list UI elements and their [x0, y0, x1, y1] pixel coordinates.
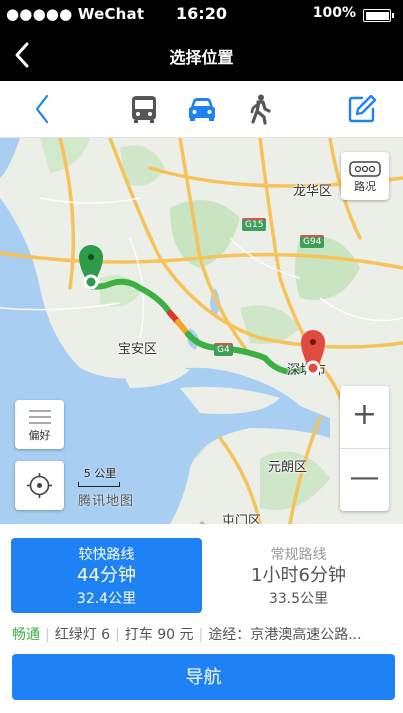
zoom-out-button[interactable]: — [340, 449, 389, 511]
taxi-fare: 打车 90 元 [124, 627, 194, 643]
route-duration: 44分钟 [77, 565, 136, 586]
map-scale-bar [78, 482, 120, 487]
start-pin-icon [79, 245, 103, 289]
map-view[interactable]: 龙华区 宝安区 深圳市 元朗区 屯门区 G15 G94 G4 路况 偏好 [0, 138, 403, 524]
route-panel: 较快路线 44分钟 32.4公里 常规路线 1小时6分钟 33.5公里 畅通 | 红… [0, 524, 403, 713]
zoom-controls: + — [340, 386, 389, 511]
battery-percent: 100% [312, 5, 356, 21]
route-via: 途经：京港澳高速公路... [208, 627, 362, 643]
edit-icon [348, 94, 377, 123]
traffic-status: 畅通 [12, 627, 40, 643]
bus-icon [132, 96, 156, 123]
road-shield-g4: G4 [214, 343, 233, 356]
mode-walk-button[interactable] [244, 93, 276, 125]
chevron-left-icon [35, 94, 49, 124]
map-scale-label: 5 公里 [83, 467, 117, 480]
map-label-longhua: 龙华区 [293, 184, 333, 199]
mode-back-button[interactable] [27, 93, 59, 125]
page-title: 选择位置 [169, 48, 234, 67]
map-label-yuenlong: 元朗区 [268, 460, 308, 475]
road-shield-g94: G94 [300, 235, 325, 248]
mode-bus-button[interactable] [128, 93, 160, 125]
status-bar: ●●●●● WeChat 16:20 100% [0, 0, 403, 30]
route-option-regular[interactable]: 常规路线 1小时6分钟 33.5公里 [203, 538, 394, 613]
locate-icon [27, 473, 52, 498]
navigate-button[interactable]: 导航 [12, 654, 395, 700]
route-name: 较快路线 [78, 547, 135, 563]
route-option-fastest[interactable]: 较快路线 44分钟 32.4公里 [11, 538, 202, 613]
travel-mode-bar [0, 81, 403, 138]
walk-icon [250, 94, 271, 125]
route-distance: 33.5公里 [268, 591, 329, 607]
preference-label: 偏好 [28, 429, 51, 442]
map-label-baoan: 宝安区 [118, 342, 158, 357]
road-shield-g15: G15 [242, 218, 267, 231]
end-pin-icon [301, 330, 325, 376]
route-name: 常规路线 [270, 547, 327, 563]
map-logo: 腾讯地图 [78, 494, 135, 509]
route-duration: 1小时6分钟 [251, 565, 346, 586]
menu-lines-icon [29, 410, 51, 424]
nav-bar: 选择位置 [0, 30, 403, 81]
edit-button[interactable] [346, 93, 378, 125]
route-distance: 32.4公里 [76, 591, 137, 607]
route-info-line: 畅通 | 红绿灯 6 | 打车 90 元 | 途经：京港澳高速公路... [12, 627, 362, 643]
zoom-in-button[interactable]: + [340, 386, 389, 448]
mode-car-button[interactable] [186, 93, 218, 125]
locate-button[interactable] [15, 461, 64, 510]
traffic-label: 路况 [354, 180, 376, 193]
battery-icon [363, 9, 394, 22]
map-label-tuenmun: 屯门区 [222, 514, 262, 524]
preference-button[interactable]: 偏好 [15, 400, 64, 449]
car-icon [189, 98, 215, 121]
traffic-lights-count: 红绿灯 6 [54, 627, 111, 643]
traffic-icon [349, 161, 381, 177]
traffic-toggle-button[interactable]: 路况 [341, 152, 389, 200]
